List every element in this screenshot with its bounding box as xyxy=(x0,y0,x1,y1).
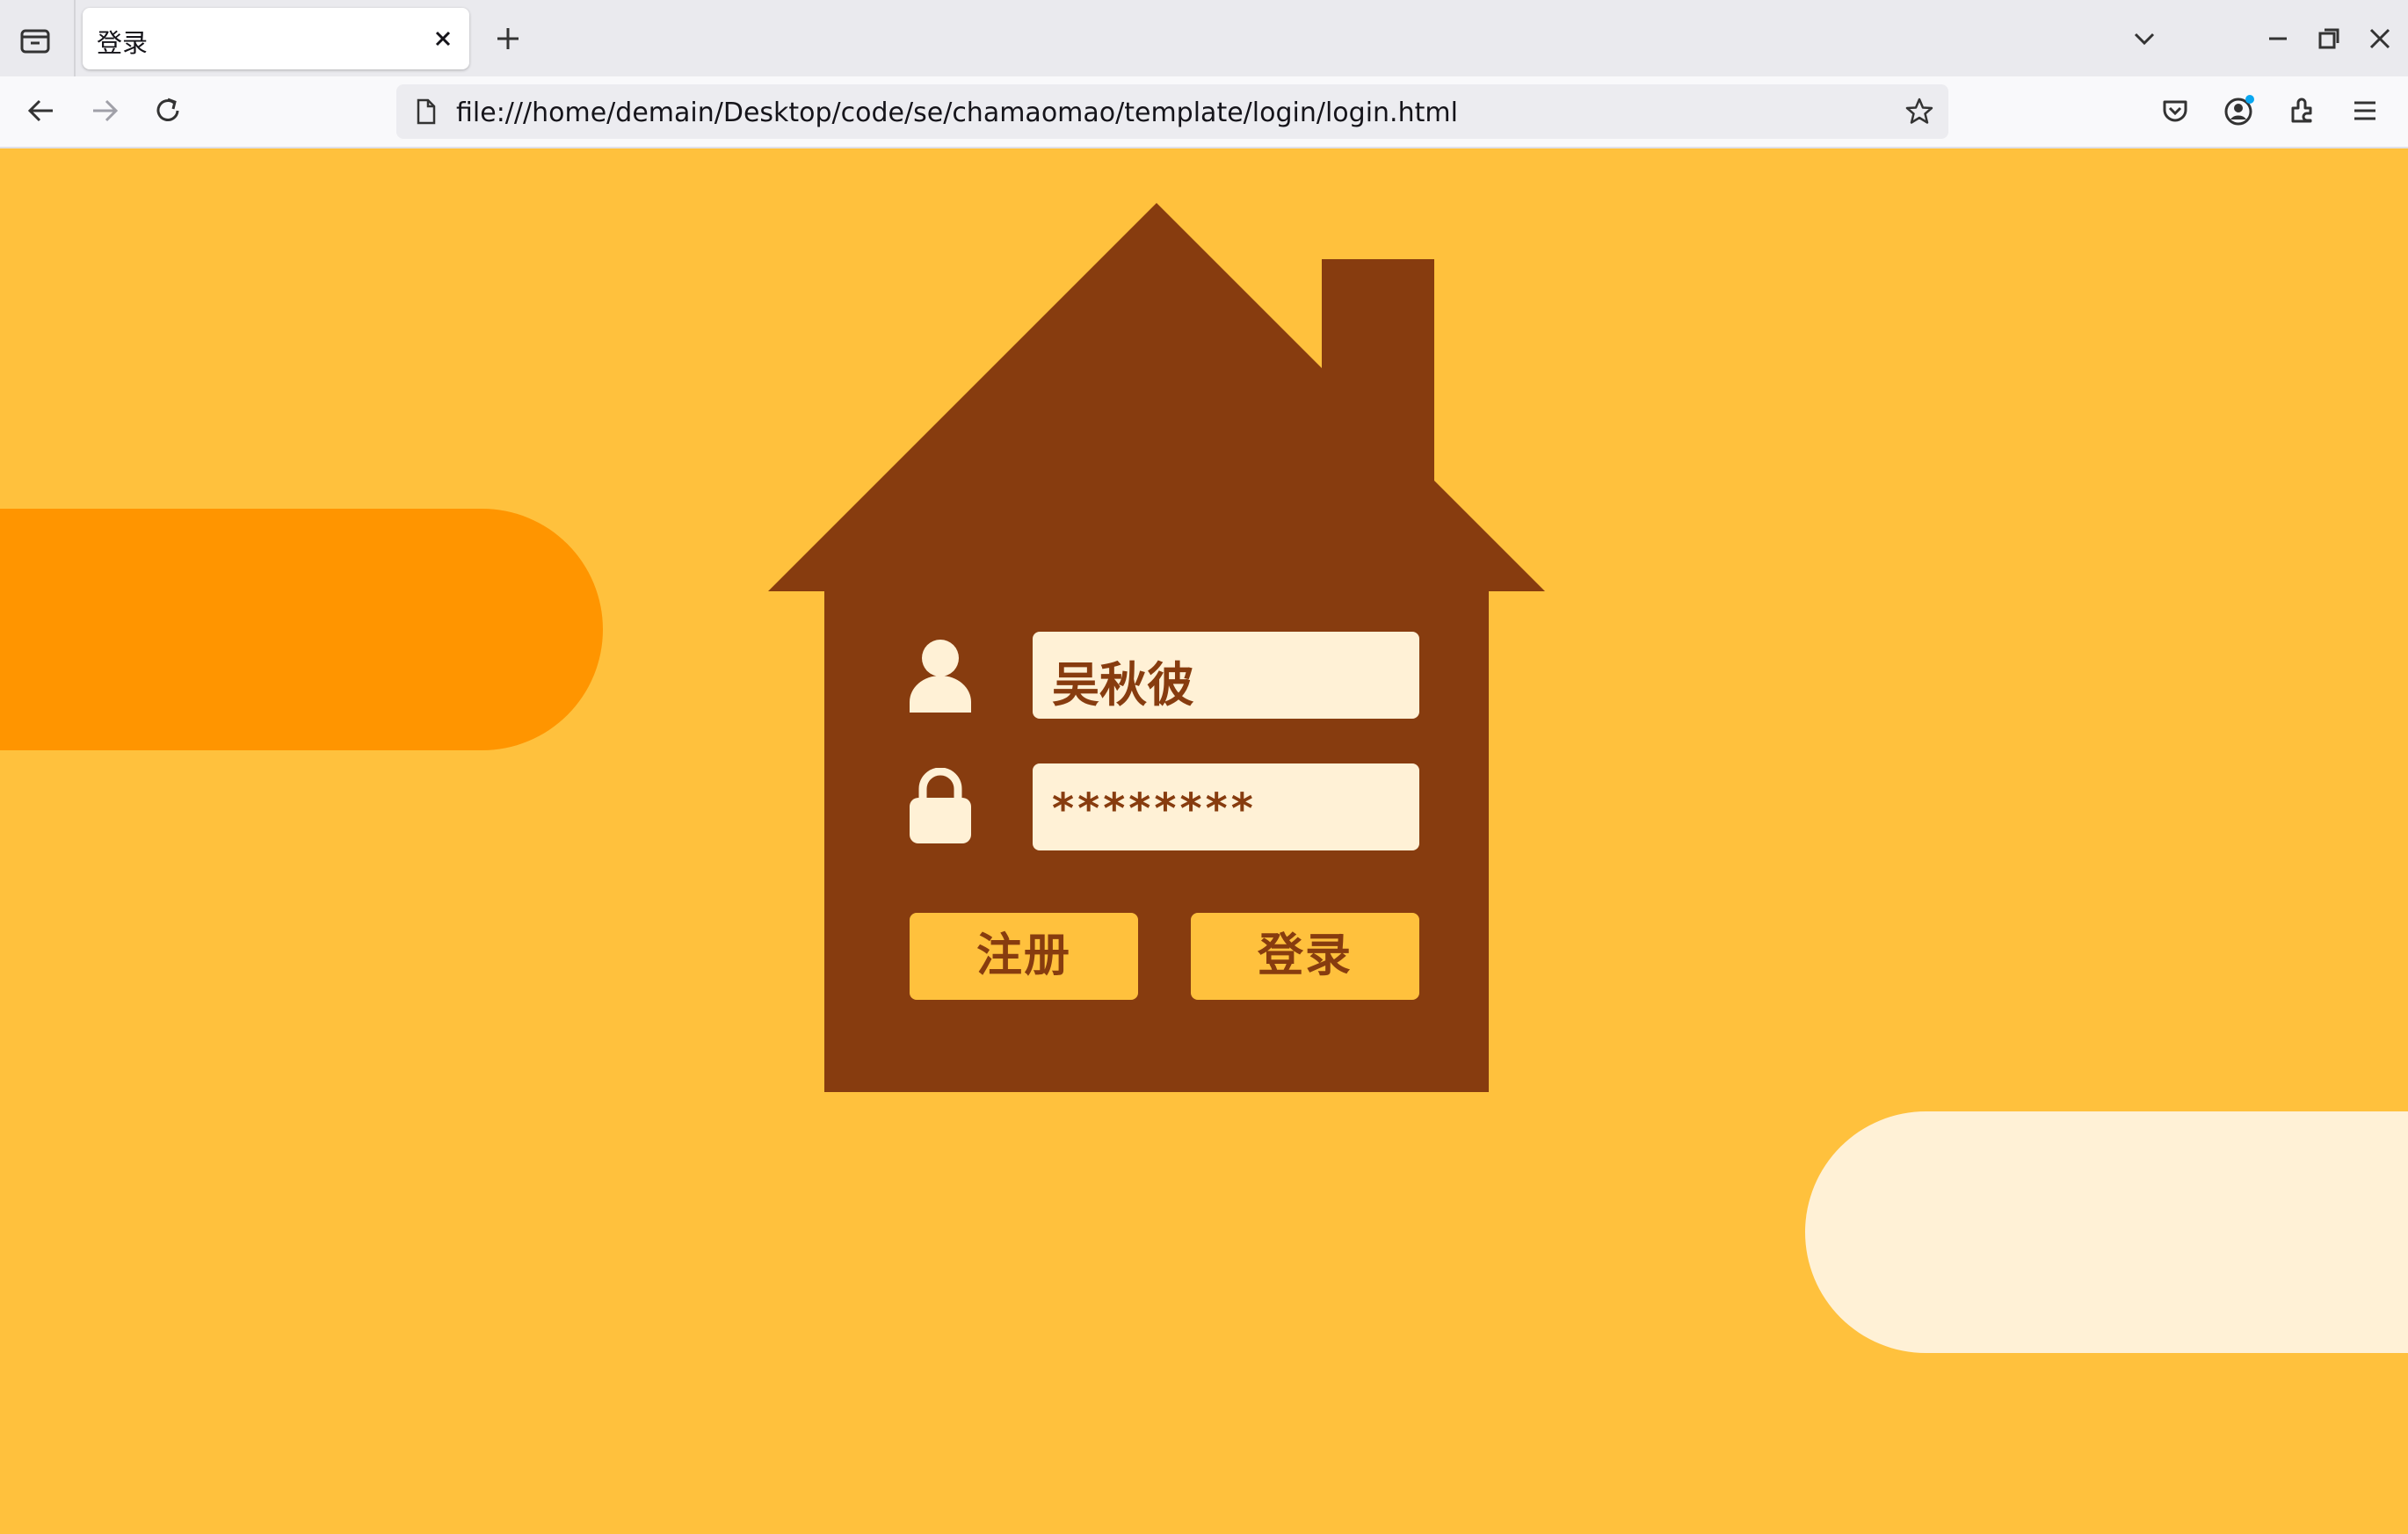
login-button[interactable]: 登录 xyxy=(1191,913,1419,1000)
close-tab-icon[interactable] xyxy=(427,23,459,54)
firefox-view-icon[interactable] xyxy=(14,19,56,62)
nav-bar: file:///home/demain/Desktop/code/se/cham… xyxy=(0,76,2408,148)
address-bar[interactable]: file:///home/demain/Desktop/code/se/cham… xyxy=(396,84,1948,139)
forward-icon[interactable] xyxy=(84,90,125,131)
tab-bar: 登录 xyxy=(0,0,2408,76)
list-all-tabs-icon[interactable] xyxy=(2125,19,2164,58)
tab-login[interactable]: 登录 xyxy=(83,8,469,69)
decorative-cream-pill xyxy=(1805,1111,2408,1353)
tab-separator xyxy=(74,0,76,76)
reload-icon[interactable] xyxy=(148,90,188,131)
lock-icon xyxy=(908,768,973,843)
minimize-icon[interactable] xyxy=(2259,19,2297,58)
back-icon[interactable] xyxy=(21,90,62,131)
extensions-icon[interactable] xyxy=(2281,90,2322,131)
user-icon xyxy=(908,639,973,713)
restore-icon[interactable] xyxy=(2310,19,2348,58)
menu-icon[interactable] xyxy=(2345,90,2385,131)
bookmark-star-icon[interactable] xyxy=(1903,95,1936,128)
username-field[interactable]: 吴秋彼 xyxy=(1033,632,1419,719)
new-tab-icon[interactable] xyxy=(490,21,526,56)
register-button[interactable]: 注册 xyxy=(910,913,1138,1000)
url-text: file:///home/demain/Desktop/code/se/cham… xyxy=(456,98,1458,128)
decorative-orange-pill xyxy=(0,509,603,750)
page-content: 吴秋彼 ******** 注册 登录 xyxy=(0,148,2408,1534)
password-field[interactable]: ******** xyxy=(1033,763,1419,850)
tab-title: 登录 xyxy=(97,28,149,58)
page-icon xyxy=(409,95,442,128)
account-icon[interactable] xyxy=(2218,90,2259,131)
close-window-icon[interactable] xyxy=(2361,19,2399,58)
pocket-icon[interactable] xyxy=(2155,90,2195,131)
